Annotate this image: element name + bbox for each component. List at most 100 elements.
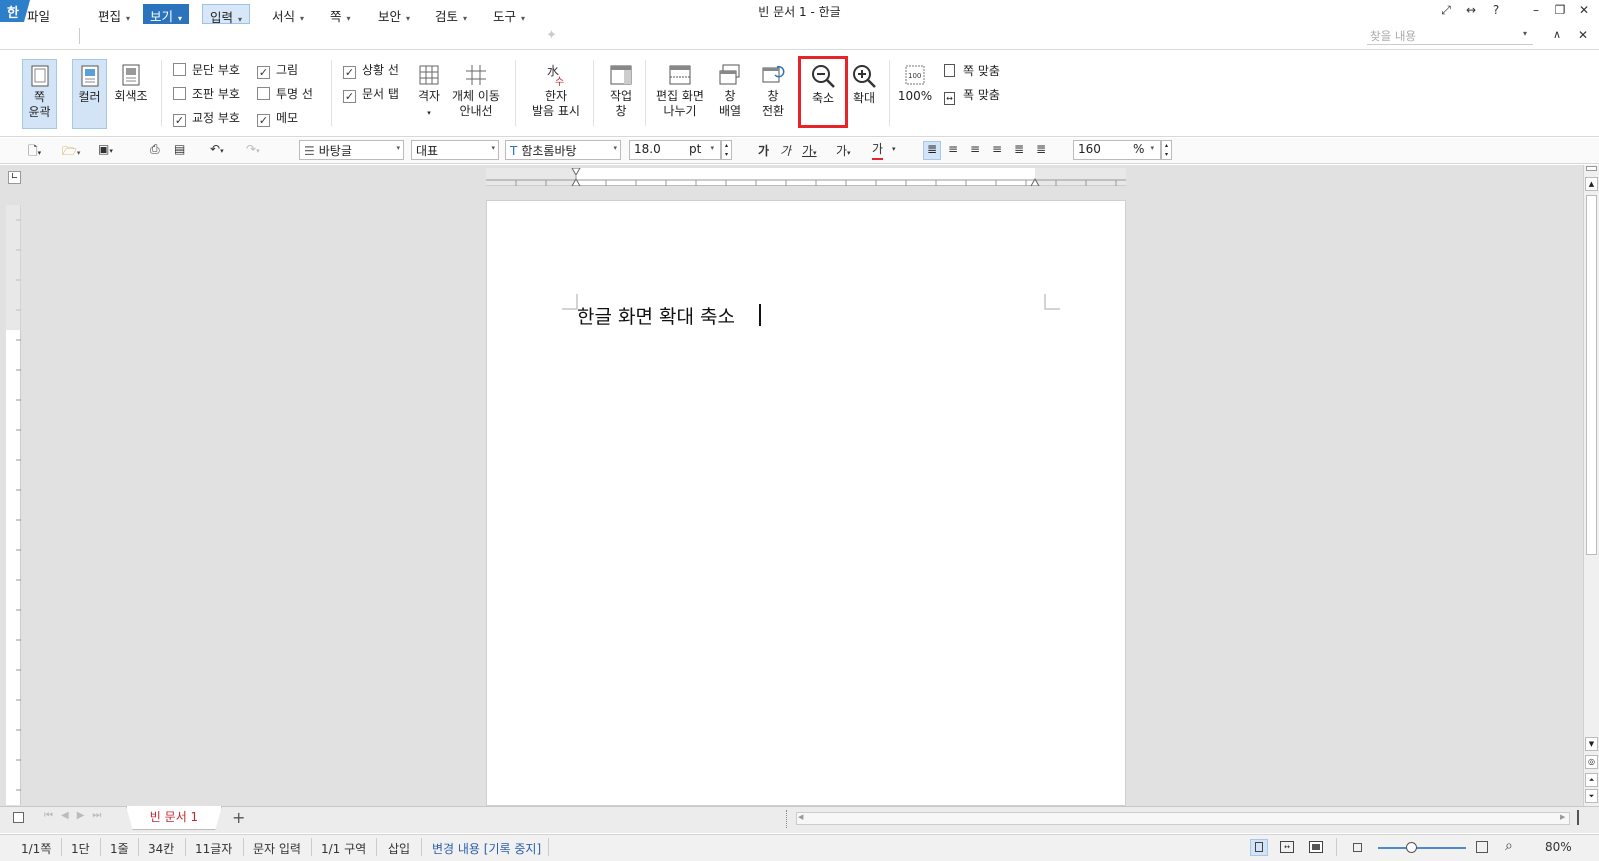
print-icon[interactable]: ⎙ — [150, 142, 160, 160]
scroll-split-handle-h[interactable] — [1577, 810, 1579, 825]
menu-edit[interactable]: 편집 ▾ — [91, 4, 137, 24]
line-spacing-stepper[interactable]: ▴ ▾ — [1161, 140, 1172, 160]
horizontal-scrollbar[interactable] — [796, 812, 1570, 825]
check-doc-tab[interactable]: ✓ 문서 탭 — [343, 86, 399, 104]
align-left-icon[interactable]: ≡ — [948, 142, 958, 160]
check-layout-mark[interactable]: 조판 부호 — [173, 86, 240, 104]
menu-insert[interactable]: 입력 ▾ — [202, 4, 251, 25]
redo-icon[interactable]: ↷▾ — [246, 142, 260, 160]
status-zoom[interactable]: 80% — [1545, 840, 1572, 854]
width-toggle-icon[interactable]: ↔ — [1461, 3, 1481, 19]
menu-file[interactable]: 파일 — [20, 4, 57, 24]
collapse-ribbon-icon[interactable]: ∧ — [1553, 28, 1561, 41]
outline-select[interactable]: 대표 ▾ — [411, 140, 499, 160]
window-switch-button[interactable]: 창 전환 — [754, 59, 792, 129]
menu-format[interactable]: 서식 ▾ — [265, 4, 311, 24]
check-paragraph-mark[interactable]: 문단 부호 — [173, 62, 240, 80]
save-icon[interactable]: ▣▾ — [98, 142, 113, 160]
zoom-in-button[interactable]: 확대 — [846, 59, 882, 129]
help-icon[interactable]: ? — [1486, 3, 1506, 19]
fit-width-button[interactable]: ↔ 폭 맞춤 — [944, 86, 1000, 105]
align-right-icon[interactable]: ≡ — [970, 142, 980, 160]
scrollbar-thumb[interactable] — [1586, 195, 1597, 555]
bold-icon[interactable]: 가 — [758, 142, 769, 160]
tab-scroll-splitter[interactable] — [786, 810, 787, 828]
fit-view-button[interactable]: 쪽 윤곽 — [22, 59, 57, 129]
scroll-split-handle[interactable] — [1586, 166, 1597, 171]
menu-view[interactable]: 보기 ▾ — [143, 4, 190, 24]
check-memo[interactable]: ✓ 메모 — [257, 110, 298, 128]
document-text[interactable]: 한글 화면 확대 축소 — [577, 302, 735, 329]
align-both-icon[interactable]: ≣ — [923, 141, 941, 160]
next-page-icon[interactable]: ⏷ — [1585, 789, 1598, 803]
status-insert[interactable]: 삽입 — [388, 840, 410, 857]
check-proof-mark[interactable]: ✓ 교정 부호 — [173, 110, 240, 128]
new-doc-icon[interactable]: 🗋▾ — [28, 142, 41, 160]
split-view-button[interactable]: 편집 화면 나누기 — [652, 59, 708, 129]
font-select[interactable]: T 함초롬바탕 ▾ — [505, 140, 621, 160]
align-split-icon[interactable]: ≣ — [1036, 142, 1046, 160]
fit-page-button[interactable]: 쪽 맞춤 — [944, 62, 1000, 79]
menu-security[interactable]: 보안 ▾ — [371, 4, 417, 24]
grayscale-view-button[interactable]: 회색조 — [111, 59, 151, 129]
zoom-max-icon[interactable] — [1476, 841, 1488, 853]
zoom-100-button[interactable]: 100 100% — [895, 59, 935, 129]
zoom-slider-thumb[interactable] — [1406, 842, 1417, 853]
width-view-icon[interactable]: ↔ — [1280, 841, 1294, 853]
check-status-line[interactable]: ✓ 상황 선 — [343, 62, 399, 80]
task-pane-button[interactable]: 작업 창 — [603, 59, 639, 129]
window-arrange-button[interactable]: 창 배열 — [712, 59, 748, 129]
check-picture[interactable]: ✓ 그림 — [257, 62, 298, 80]
scroll-left-icon[interactable]: ◀ — [798, 813, 803, 821]
object-move-guide-button[interactable]: 개체 이동 안내선 — [450, 59, 502, 129]
color-view-button[interactable]: 컬러 — [72, 59, 107, 129]
full-view-icon[interactable] — [1309, 841, 1323, 853]
page-view-icon[interactable] — [1250, 839, 1268, 856]
font-size-input[interactable]: 18.0 pt ▾ — [629, 140, 721, 160]
open-folder-icon[interactable]: 🗁▾ — [62, 142, 80, 160]
status-track-changes[interactable]: 변경 내용 [기록 중지] — [432, 840, 541, 857]
strike-icon[interactable]: 가▾ — [836, 142, 851, 160]
tab-view-icon[interactable] — [13, 812, 24, 823]
font-color-dropdown[interactable]: ▾ — [892, 145, 896, 163]
ruler-corner-icon[interactable]: ∟ — [8, 171, 21, 184]
zoom-search-icon[interactable]: ⌕ — [1505, 838, 1513, 854]
scroll-up-icon[interactable]: ▲ — [1585, 177, 1598, 191]
undo-icon[interactable]: ↶▾ — [210, 142, 224, 160]
tab-document-1[interactable]: 빈 문서 1 — [126, 806, 222, 830]
underline-icon[interactable]: 가▾ — [802, 142, 817, 160]
hanja-pronunciation-button[interactable]: 水수 한자 발음 표시 — [526, 59, 586, 129]
italic-icon[interactable]: 가 — [780, 142, 791, 160]
scroll-right-icon[interactable]: ▶ — [1560, 813, 1565, 821]
font-color-icon[interactable]: 가 — [872, 142, 884, 160]
scroll-down-icon[interactable]: ▼ — [1585, 737, 1598, 751]
line-spacing-input[interactable]: 160% ▾ — [1073, 140, 1161, 160]
select-browse-object-icon[interactable]: ◎ — [1585, 755, 1598, 769]
menu-tools[interactable]: 도구 ▾ — [486, 4, 532, 24]
search-dropdown-icon[interactable]: ▾ — [1523, 29, 1527, 38]
status-input-mode[interactable]: 문자 입력 — [253, 840, 301, 857]
status-page[interactable]: 1/1쪽 — [21, 840, 51, 857]
align-center-icon[interactable]: ≡ — [992, 142, 1002, 160]
prev-page-icon[interactable]: ⏶ — [1585, 773, 1598, 787]
print-preview-icon[interactable]: ▤ — [174, 142, 185, 160]
menu-review[interactable]: 검토 ▾ — [428, 4, 474, 24]
document-page[interactable] — [486, 200, 1126, 806]
menu-page[interactable]: 쪽 ▾ — [323, 4, 358, 24]
close-icon[interactable]: ✕ — [1574, 3, 1594, 19]
tab-nav-arrows[interactable]: ⏮◀▶⏭ — [44, 810, 109, 821]
zoom-min-icon[interactable] — [1353, 843, 1362, 852]
minimize-icon[interactable]: – — [1526, 3, 1546, 19]
font-size-stepper[interactable]: ▴ ▾ — [721, 140, 732, 160]
close-doc-icon[interactable]: ✕ — [1578, 28, 1588, 42]
menu-extra-icon[interactable]: ✦ — [546, 28, 557, 43]
align-distribute-icon[interactable]: ≣ — [1014, 142, 1024, 160]
check-transparent-line[interactable]: 투명 선 — [257, 86, 313, 104]
restore-icon[interactable]: ❐ — [1550, 3, 1570, 19]
grid-button[interactable]: 격자 ▾ — [411, 59, 447, 129]
search-input[interactable]: 찾을 내용 — [1367, 26, 1533, 45]
fullscreen-icon[interactable]: ⤢ — [1436, 3, 1456, 19]
zoom-slider-track[interactable] — [1378, 847, 1466, 849]
add-tab-button[interactable]: + — [232, 808, 245, 827]
style-select[interactable]: ☰ 바탕글 ▾ — [299, 140, 404, 160]
